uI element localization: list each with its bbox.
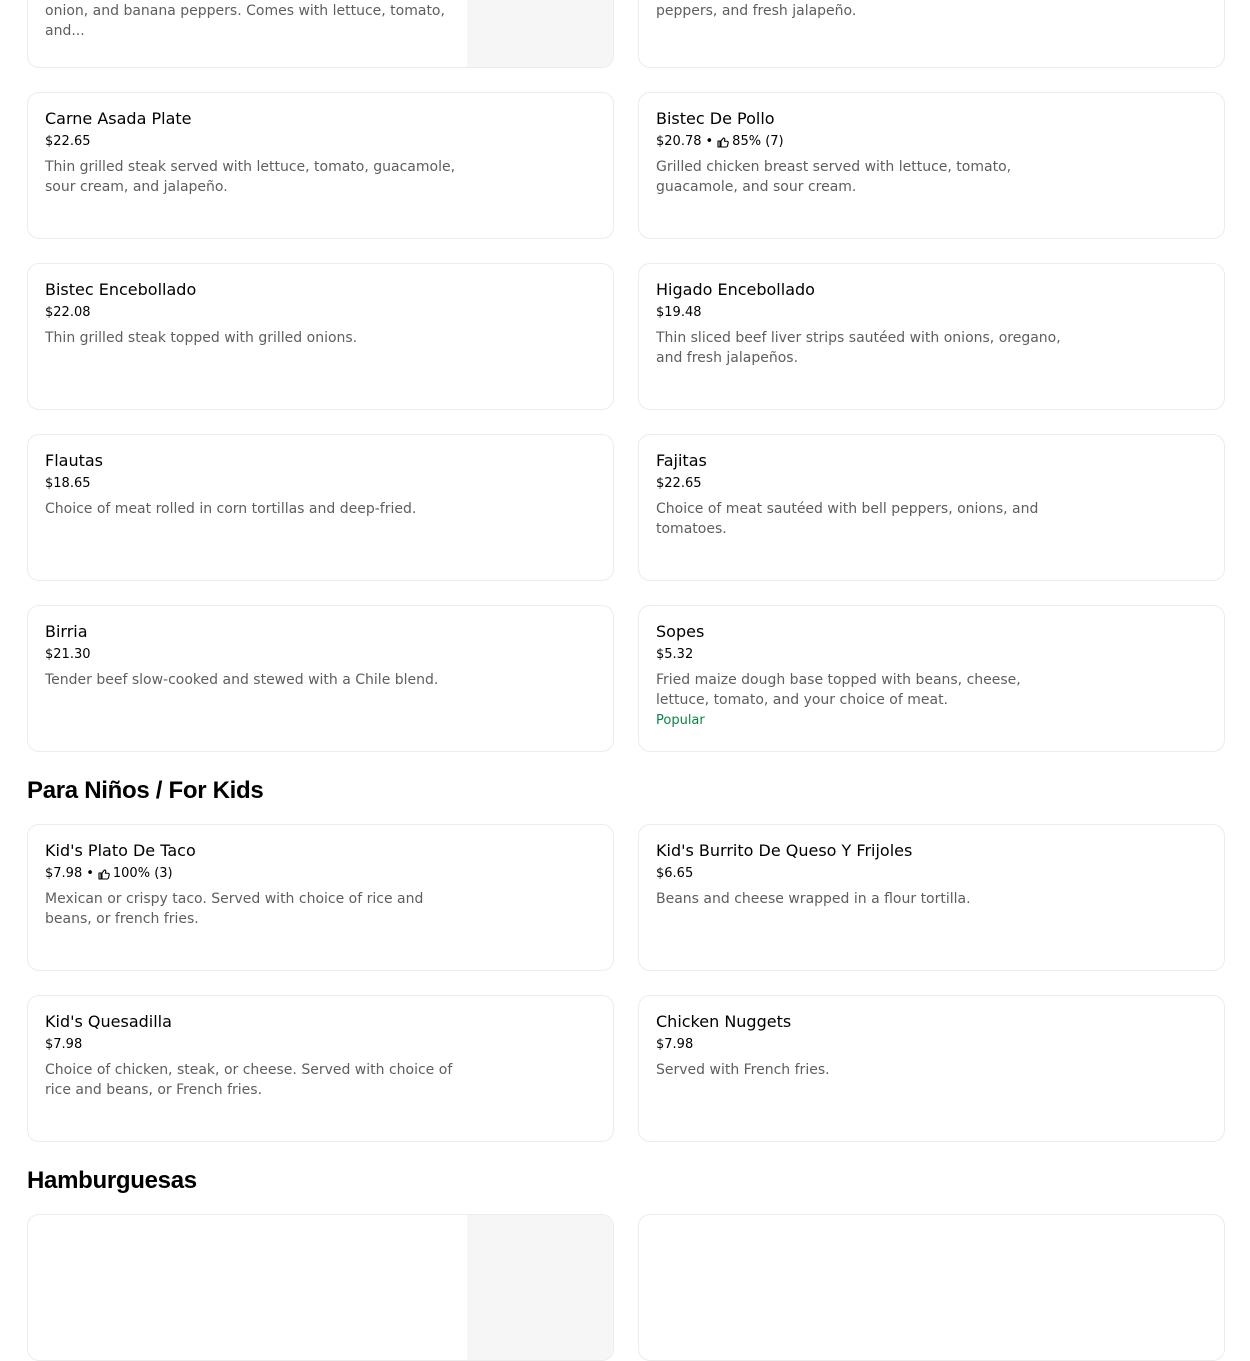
- item-price: $7.98: [45, 1037, 83, 1052]
- item-meta: $19.48: [656, 304, 1074, 322]
- item-price: $22.65: [45, 134, 91, 149]
- item-price: $5.32: [656, 647, 694, 662]
- item-meta: $7.98: [45, 1036, 463, 1054]
- item-description: Mexican or crispy taco. Served with choi…: [45, 891, 424, 927]
- menu-item-card[interactable]: Bistec De Pollo $20.78 • 85% (7) Grilled…: [638, 92, 1225, 239]
- popular-badge: Popular: [656, 713, 705, 728]
- section-title-for-kids: Para Niños / For Kids: [27, 777, 264, 804]
- item-name: Sopes: [656, 622, 705, 641]
- menu-item-card[interactable]: Kid's Burrito De Queso Y Frijoles $6.65 …: [638, 824, 1225, 971]
- menu-item-card[interactable]: Thin sliced steak sautéed with salsa, on…: [638, 0, 1225, 68]
- item-price: $7.98: [45, 866, 83, 881]
- item-name: Higado Encebollado: [656, 280, 815, 299]
- item-price: $19.48: [656, 305, 702, 320]
- item-meta: $20.78 • 85% (7): [656, 133, 1074, 151]
- item-meta: $22.08: [45, 304, 463, 322]
- item-meta: $22.65: [45, 133, 463, 151]
- item-price: $6.65: [656, 866, 694, 881]
- item-price: $22.08: [45, 305, 91, 320]
- item-name: Birria: [45, 622, 88, 641]
- item-rating: 100% (3): [112, 866, 173, 881]
- item-meta: $18.65: [45, 475, 463, 493]
- menu-item-card[interactable]: Higado Encebollado $19.48 Thin sliced be…: [638, 263, 1225, 410]
- item-description: Thin grilled steak served with lettuce, …: [45, 159, 456, 195]
- item-price: $7.98: [656, 1037, 694, 1052]
- item-meta: $5.32: [656, 646, 1074, 664]
- separator-dot: •: [705, 134, 714, 149]
- item-name: Chicken Nuggets: [656, 1012, 792, 1031]
- menu-item-card[interactable]: Fajitas $22.65 Choice of meat sautéed wi…: [638, 434, 1225, 581]
- item-meta: $6.65: [656, 865, 1074, 883]
- section-title-hamburguesas: Hamburguesas: [27, 1167, 197, 1194]
- item-name: Bistec Encebollado: [45, 280, 197, 299]
- menu-item-card[interactable]: Chicken Nuggets $7.98 Served with French…: [638, 995, 1225, 1142]
- item-name: Kid's Plato De Taco: [45, 841, 196, 860]
- item-name: Kid's Burrito De Queso Y Frijoles: [656, 841, 913, 860]
- menu-item-card[interactable]: Flautas $18.65 Choice of meat rolled in …: [27, 434, 614, 581]
- menu-item-card[interactable]: Birria $21.30 Tender beef slow-cooked an…: [27, 605, 614, 752]
- item-description: Tender beef slow-cooked and stewed with …: [45, 672, 439, 688]
- item-meta: $7.98: [656, 1036, 1074, 1054]
- menu-item-card[interactable]: Bistec Encebollado $22.08 Thin grilled s…: [27, 263, 614, 410]
- item-description: Fried maize dough base topped with beans…: [656, 672, 1021, 708]
- item-meta: $21.30: [45, 646, 463, 664]
- menu-item-card[interactable]: Thin grilled steak served with a cheese …: [27, 0, 614, 68]
- item-price: $18.65: [45, 476, 91, 491]
- menu-item-card[interactable]: Carne Asada Plate $22.65 Thin grilled st…: [27, 92, 614, 239]
- item-description: Thin grilled steak topped with grilled o…: [45, 330, 358, 346]
- item-image: [467, 1215, 613, 1360]
- item-price: $20.78: [656, 134, 702, 149]
- item-name: Kid's Quesadilla: [45, 1012, 172, 1031]
- item-description: Thin sliced beef liver strips sautéed wi…: [656, 330, 1061, 366]
- menu-item-card[interactable]: Sopes $5.32 Fried maize dough base toppe…: [638, 605, 1225, 752]
- item-description: Choice of meat sautéed with bell peppers…: [656, 501, 1039, 537]
- item-description: Thin grilled steak served with a cheese …: [45, 3, 445, 39]
- item-meta: $22.65: [656, 475, 1074, 493]
- item-description: Choice of meat rolled in corn tortillas …: [45, 501, 417, 517]
- item-price: $22.65: [656, 476, 702, 491]
- menu-item-card[interactable]: Kid's Quesadilla $7.98 Choice of chicken…: [27, 995, 614, 1142]
- item-description: Choice of chicken, steak, or cheese. Ser…: [45, 1062, 453, 1098]
- item-name: Flautas: [45, 451, 104, 470]
- thumbs-up-icon: [98, 869, 110, 880]
- item-description: Thin sliced steak sautéed with salsa, on…: [656, 3, 857, 19]
- menu-item-card[interactable]: [27, 1214, 614, 1361]
- item-image: [467, 0, 613, 67]
- item-description: Grilled chicken breast served with lettu…: [656, 159, 1012, 195]
- item-price: $21.30: [45, 647, 91, 662]
- menu-item-card[interactable]: Kid's Plato De Taco $7.98 • 100% (3) Mex…: [27, 824, 614, 971]
- item-name: Bistec De Pollo: [656, 109, 775, 128]
- item-rating: 85% (7): [732, 134, 784, 149]
- item-name: Fajitas: [656, 451, 707, 470]
- item-description: Served with French fries.: [656, 1062, 830, 1078]
- menu-item-card[interactable]: [638, 1214, 1225, 1361]
- item-description: Beans and cheese wrapped in a flour tort…: [656, 891, 971, 907]
- item-meta: $7.98 • 100% (3): [45, 865, 463, 883]
- item-name: Carne Asada Plate: [45, 109, 192, 128]
- separator-dot: •: [86, 866, 94, 881]
- thumbs-up-icon: [717, 137, 729, 148]
